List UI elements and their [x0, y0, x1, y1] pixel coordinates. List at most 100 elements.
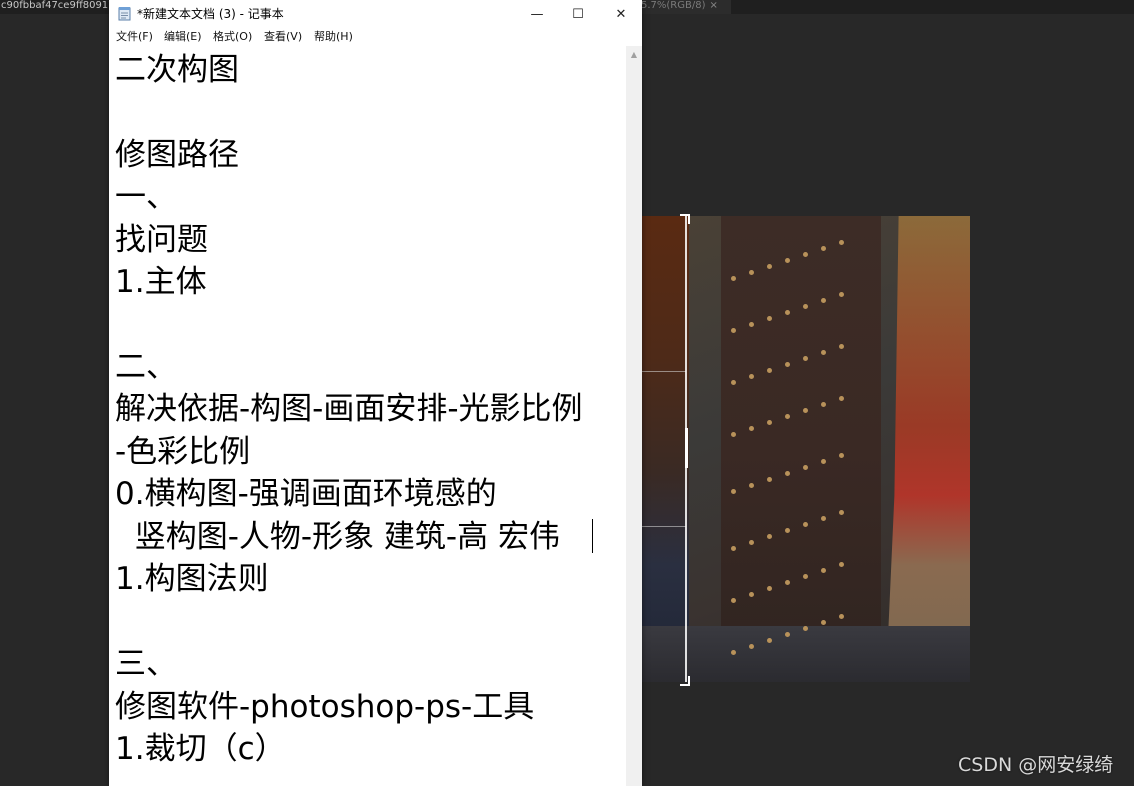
door-stud — [767, 477, 772, 482]
text-line: 修图路径 — [115, 137, 239, 173]
menu-edit[interactable]: 编辑(E) — [164, 30, 202, 44]
door-stud — [749, 644, 754, 649]
menu-help[interactable]: 帮助(H) — [314, 30, 353, 44]
maximize-button[interactable]: ☐ — [556, 0, 600, 28]
door-stud — [731, 380, 736, 385]
door-stud — [731, 598, 736, 603]
text-line: 找问题 — [115, 222, 208, 258]
door-stud — [839, 240, 844, 245]
door-stud — [803, 626, 808, 631]
door-stud — [839, 510, 844, 515]
menu-format[interactable]: 格式(O) — [213, 30, 252, 44]
text-line: 三、 — [115, 646, 177, 682]
crop-handle[interactable] — [680, 676, 690, 686]
door-stud — [785, 414, 790, 419]
door-stud — [821, 516, 826, 521]
door-stud — [749, 426, 754, 431]
door-stud — [767, 420, 772, 425]
door-stud — [767, 368, 772, 373]
minimize-button[interactable]: — — [515, 0, 559, 28]
text-line: 一、 — [115, 179, 177, 215]
text-line: -色彩比例 — [115, 434, 251, 470]
photo-door — [721, 216, 881, 682]
door-stud — [803, 356, 808, 361]
photo-region — [641, 216, 689, 682]
door-stud — [731, 432, 736, 437]
text-line: 1.裁切（c） — [115, 731, 286, 767]
maximize-icon: ☐ — [572, 6, 584, 22]
door-stud — [803, 304, 808, 309]
photo-region — [641, 626, 970, 682]
door-stud — [785, 471, 790, 476]
door-stud — [839, 344, 844, 349]
text-line: 二次构图 — [115, 52, 239, 88]
door-stud — [803, 408, 808, 413]
door-stud — [731, 489, 736, 494]
door-stud — [785, 362, 790, 367]
door-stud — [749, 270, 754, 275]
text-line: 修图软件-photoshop-ps-工具 — [115, 689, 535, 725]
text-line: 二、 — [115, 349, 177, 385]
door-stud — [767, 264, 772, 269]
text-line: 竖构图-人物-形象 建筑-高 宏伟 — [115, 519, 560, 555]
door-stud — [785, 580, 790, 585]
door-stud — [785, 258, 790, 263]
photo-region — [886, 216, 970, 682]
door-stud — [839, 614, 844, 619]
ps-document-tab-active[interactable]: 5.7%(RGB/8) × — [641, 0, 731, 14]
door-stud — [767, 586, 772, 591]
vertical-scrollbar[interactable]: ▲ — [626, 46, 642, 786]
door-stud — [821, 568, 826, 573]
door-stud — [731, 276, 736, 281]
door-stud — [731, 546, 736, 551]
text-line: 1.构图法则 — [115, 561, 269, 597]
notepad-icon — [118, 7, 131, 21]
door-stud — [767, 316, 772, 321]
text-line: 1.主体 — [115, 264, 207, 300]
menu-bar: 文件(F) 编辑(E) 格式(O) 查看(V) 帮助(H) — [109, 28, 642, 46]
minimize-icon: — — [530, 6, 544, 22]
crop-handle[interactable] — [680, 214, 690, 224]
watermark: CSDN @网安绿绮 — [958, 754, 1114, 776]
door-stud — [821, 298, 826, 303]
door-stud — [839, 453, 844, 458]
door-stud — [821, 459, 826, 464]
door-stud — [821, 402, 826, 407]
text-editor-area[interactable]: 二次构图 修图路径 一、 找问题 1.主体 二、 解决依据-构图-画面安排-光影… — [109, 46, 626, 786]
door-stud — [785, 310, 790, 315]
door-stud — [785, 528, 790, 533]
door-stud — [785, 632, 790, 637]
door-stud — [731, 650, 736, 655]
tab-close-icon[interactable]: × — [710, 0, 718, 11]
ps-document-tab[interactable]: c90fbbaf47ce9ff80917 — [0, 0, 115, 14]
close-button[interactable]: ✕ — [599, 0, 643, 28]
canvas-photo[interactable] — [641, 216, 970, 682]
door-stud — [839, 292, 844, 297]
ps-tab-label: 5.7%(RGB/8) — [641, 0, 706, 11]
door-stud — [767, 638, 772, 643]
door-stud — [839, 396, 844, 401]
menu-file[interactable]: 文件(F) — [116, 30, 153, 44]
door-stud — [821, 350, 826, 355]
door-stud — [839, 562, 844, 567]
door-stud — [803, 465, 808, 470]
text-line: 0.横构图-强调画面环境感的 — [115, 476, 497, 512]
door-stud — [749, 483, 754, 488]
menu-view[interactable]: 查看(V) — [264, 30, 302, 44]
window-title: *新建文本文档 (3) - 记事本 — [137, 7, 284, 21]
text-line: 解决依据-构图-画面安排-光影比例 — [115, 391, 583, 427]
door-stud — [803, 522, 808, 527]
title-bar[interactable]: *新建文本文档 (3) - 记事本 — ☐ ✕ — [109, 0, 642, 28]
crop-grid-line — [641, 526, 686, 527]
door-stud — [749, 374, 754, 379]
door-stud — [803, 574, 808, 579]
scroll-up-icon[interactable]: ▲ — [626, 48, 642, 62]
crop-grid-line — [641, 371, 686, 372]
text-caret — [592, 519, 593, 553]
door-stud — [821, 620, 826, 625]
close-icon: ✕ — [615, 6, 627, 22]
crop-handle[interactable] — [683, 428, 688, 468]
door-stud — [731, 328, 736, 333]
door-stud — [749, 322, 754, 327]
door-stud — [749, 592, 754, 597]
